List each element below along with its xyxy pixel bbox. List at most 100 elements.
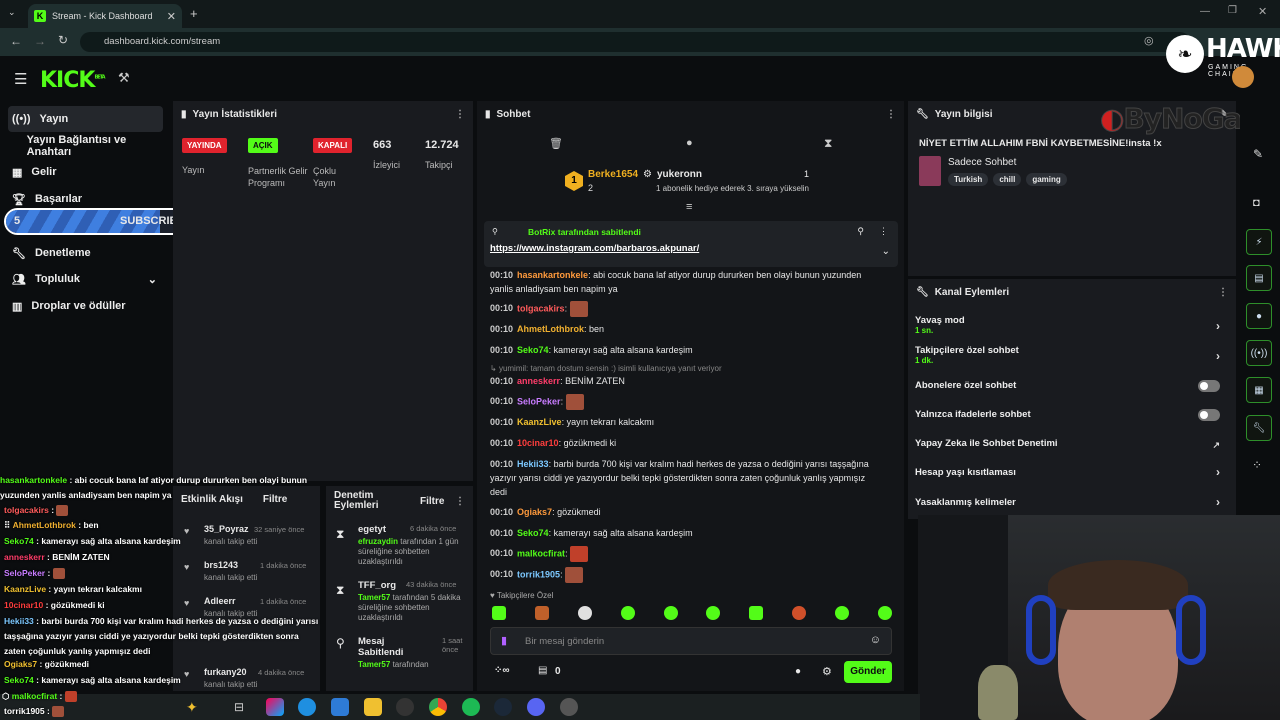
- layout-button[interactable]: ▦: [1246, 377, 1272, 403]
- obs-app-icon[interactable]: [560, 698, 578, 716]
- xbox-app-icon[interactable]: [396, 698, 414, 716]
- tag-pill[interactable]: chill: [993, 173, 1022, 186]
- url-field[interactable]: dashboard.kick.com/stream: [80, 32, 1190, 52]
- mail-app-icon[interactable]: [331, 698, 349, 716]
- chevron-down-icon[interactable]: ⌄: [882, 246, 890, 257]
- unpin-icon[interactable]: ⚲: [857, 226, 864, 237]
- pinned-link[interactable]: https://www.instagram.com/barbaros.akpun…: [490, 243, 699, 254]
- message-username[interactable]: 10cinar10: [517, 438, 559, 448]
- edit-pencil-icon[interactable]: ✎: [1253, 147, 1263, 161]
- microphone-icon[interactable]: ▮: [501, 634, 507, 647]
- copilot-sparkle-icon[interactable]: ✦: [186, 699, 198, 716]
- minimize-icon[interactable]: —: [1200, 6, 1210, 17]
- chat-button[interactable]: ●: [1246, 303, 1272, 329]
- forward-icon[interactable]: →: [34, 34, 46, 48]
- notes-button[interactable]: ▤: [1246, 265, 1272, 291]
- discord-app-icon[interactable]: [527, 698, 545, 716]
- banned-words-row[interactable]: Yasaklanmış kelimeler ›: [915, 495, 1230, 509]
- moderated-user[interactable]: TFF_org: [358, 580, 396, 591]
- tag-pill[interactable]: Turkish: [948, 173, 989, 186]
- message-username[interactable]: torrik1905: [517, 569, 560, 579]
- kick-logo[interactable]: KICKBETA: [40, 68, 106, 93]
- emote-icon[interactable]: [492, 606, 506, 620]
- reload-icon[interactable]: ↻: [58, 33, 68, 47]
- ai-moderation-row[interactable]: Yapay Zeka ile Sohbet Denetimi ↗: [915, 438, 1230, 450]
- emote-icon[interactable]: [706, 606, 721, 620]
- back-icon[interactable]: ←: [10, 34, 22, 48]
- edge-browser-icon[interactable]: [298, 698, 316, 716]
- emote-icon[interactable]: [663, 606, 678, 620]
- message-username[interactable]: tolgacakirs: [517, 303, 565, 313]
- spotify-app-icon[interactable]: [462, 698, 480, 716]
- raid-bolt-button[interactable]: ⚡︎: [1246, 229, 1272, 255]
- moderator-name[interactable]: Tamer57: [358, 593, 390, 602]
- send-button[interactable]: Gönder: [844, 661, 892, 683]
- emoji-picker-icon[interactable]: ☺: [870, 634, 881, 646]
- emote-icon[interactable]: [620, 606, 635, 620]
- more-options-icon[interactable]: ⋮: [886, 109, 896, 120]
- message-username[interactable]: Seko74: [517, 345, 549, 355]
- tools-icon[interactable]: ⚒: [118, 70, 130, 86]
- more-options-icon[interactable]: ⋮: [455, 109, 465, 120]
- message-username[interactable]: Seko74: [517, 528, 549, 538]
- emote-only-toggle[interactable]: [1198, 409, 1220, 421]
- chat-settings-bubble-icon[interactable]: ●: [795, 666, 801, 677]
- more-options-icon[interactable]: ⋮: [879, 226, 888, 237]
- hourglass-icon[interactable]: ⧗: [824, 136, 832, 151]
- chat-bubble-icon[interactable]: ●: [686, 137, 693, 149]
- message-username[interactable]: Hekii33: [517, 459, 549, 469]
- emote-icon[interactable]: [577, 606, 592, 620]
- message-username[interactable]: hasankartonkele: [517, 270, 588, 280]
- moderation-filter-button[interactable]: Filtre: [420, 496, 444, 507]
- copilot-app-icon[interactable]: [266, 698, 284, 716]
- tag-pill[interactable]: gaming: [1026, 173, 1067, 186]
- follower-only-row[interactable]: Takipçilere özel sohbet 1 dk. ›: [915, 345, 1230, 365]
- sidebar-item-yayin[interactable]: ((•)) Yayın: [8, 106, 163, 132]
- more-options-icon[interactable]: ⋮: [1218, 287, 1228, 298]
- more-options-icon[interactable]: ⋮: [455, 496, 465, 507]
- sidebar-item-topluluk[interactable]: 👥︎ Topluluk ⌄: [8, 266, 163, 292]
- maximize-icon[interactable]: ❐: [1228, 5, 1237, 16]
- eye-off-icon[interactable]: ◎: [1144, 34, 1154, 47]
- stream-category[interactable]: Sadece Sohbet: [948, 157, 1016, 168]
- message-username[interactable]: malkocfirat: [517, 548, 565, 558]
- close-tab-icon[interactable]: ✕: [167, 10, 176, 23]
- community-icon[interactable]: ⁘: [1252, 458, 1262, 472]
- emote-icon[interactable]: [792, 606, 807, 620]
- user-avatar[interactable]: [1232, 66, 1254, 88]
- window-close-icon[interactable]: ✕: [1258, 5, 1267, 18]
- browser-tab[interactable]: K Stream - Kick Dashboard ✕: [28, 4, 182, 28]
- message-username[interactable]: KaanzLive: [517, 417, 562, 427]
- follower-name[interactable]: 35_Poyraz: [204, 524, 249, 534]
- screenshot-icon[interactable]: ◘: [1253, 197, 1260, 209]
- message-username[interactable]: anneskerr: [517, 376, 560, 386]
- follower-name[interactable]: brs1243: [204, 560, 238, 570]
- leaderboard-next-gifter[interactable]: yukeronn: [657, 169, 702, 180]
- broadcast-button[interactable]: ((•)): [1246, 340, 1272, 366]
- emote-icon[interactable]: [534, 606, 549, 620]
- message-username[interactable]: SeloPeker: [517, 396, 561, 406]
- chrome-browser-icon[interactable]: [429, 698, 447, 716]
- task-view-icon[interactable]: ⊟: [234, 700, 244, 714]
- emote-icon[interactable]: [749, 606, 764, 620]
- subscriber-only-toggle[interactable]: [1198, 380, 1220, 392]
- message-username[interactable]: AhmetLothbrok: [517, 324, 584, 334]
- new-tab-icon[interactable]: +: [190, 6, 198, 21]
- moderator-name[interactable]: Tamer57: [358, 660, 390, 669]
- sidebar-item-stream-key[interactable]: Yayın Bağlantısı ve Anahtarı: [8, 133, 163, 159]
- file-explorer-icon[interactable]: [364, 698, 382, 716]
- gear-icon[interactable]: ⚙: [822, 665, 832, 678]
- follower-name[interactable]: furkany20: [204, 667, 247, 677]
- leaderboard-top-gifter[interactable]: Berke1654: [588, 169, 638, 180]
- account-age-row[interactable]: Hesap yaşı kısıtlaması ›: [915, 465, 1230, 479]
- emote-icon[interactable]: [877, 606, 892, 620]
- moderation-tools-button[interactable]: 🔧︎: [1246, 415, 1272, 441]
- chat-input[interactable]: ▮ Bir mesaj gönderin ☺: [490, 627, 892, 655]
- sidebar-item-denetleme[interactable]: 🔧︎ Denetleme: [8, 240, 163, 266]
- steam-app-icon[interactable]: [494, 698, 512, 716]
- sidebar-item-droplar[interactable]: ▥ Droplar ve ödüller: [8, 293, 163, 319]
- slow-mode-row[interactable]: Yavaş mod 1 sn. ›: [915, 315, 1230, 335]
- emote-icon[interactable]: [835, 606, 849, 620]
- collapse-leaderboard-icon[interactable]: ≡: [686, 201, 692, 213]
- trash-icon[interactable]: 🗑︎: [549, 137, 563, 150]
